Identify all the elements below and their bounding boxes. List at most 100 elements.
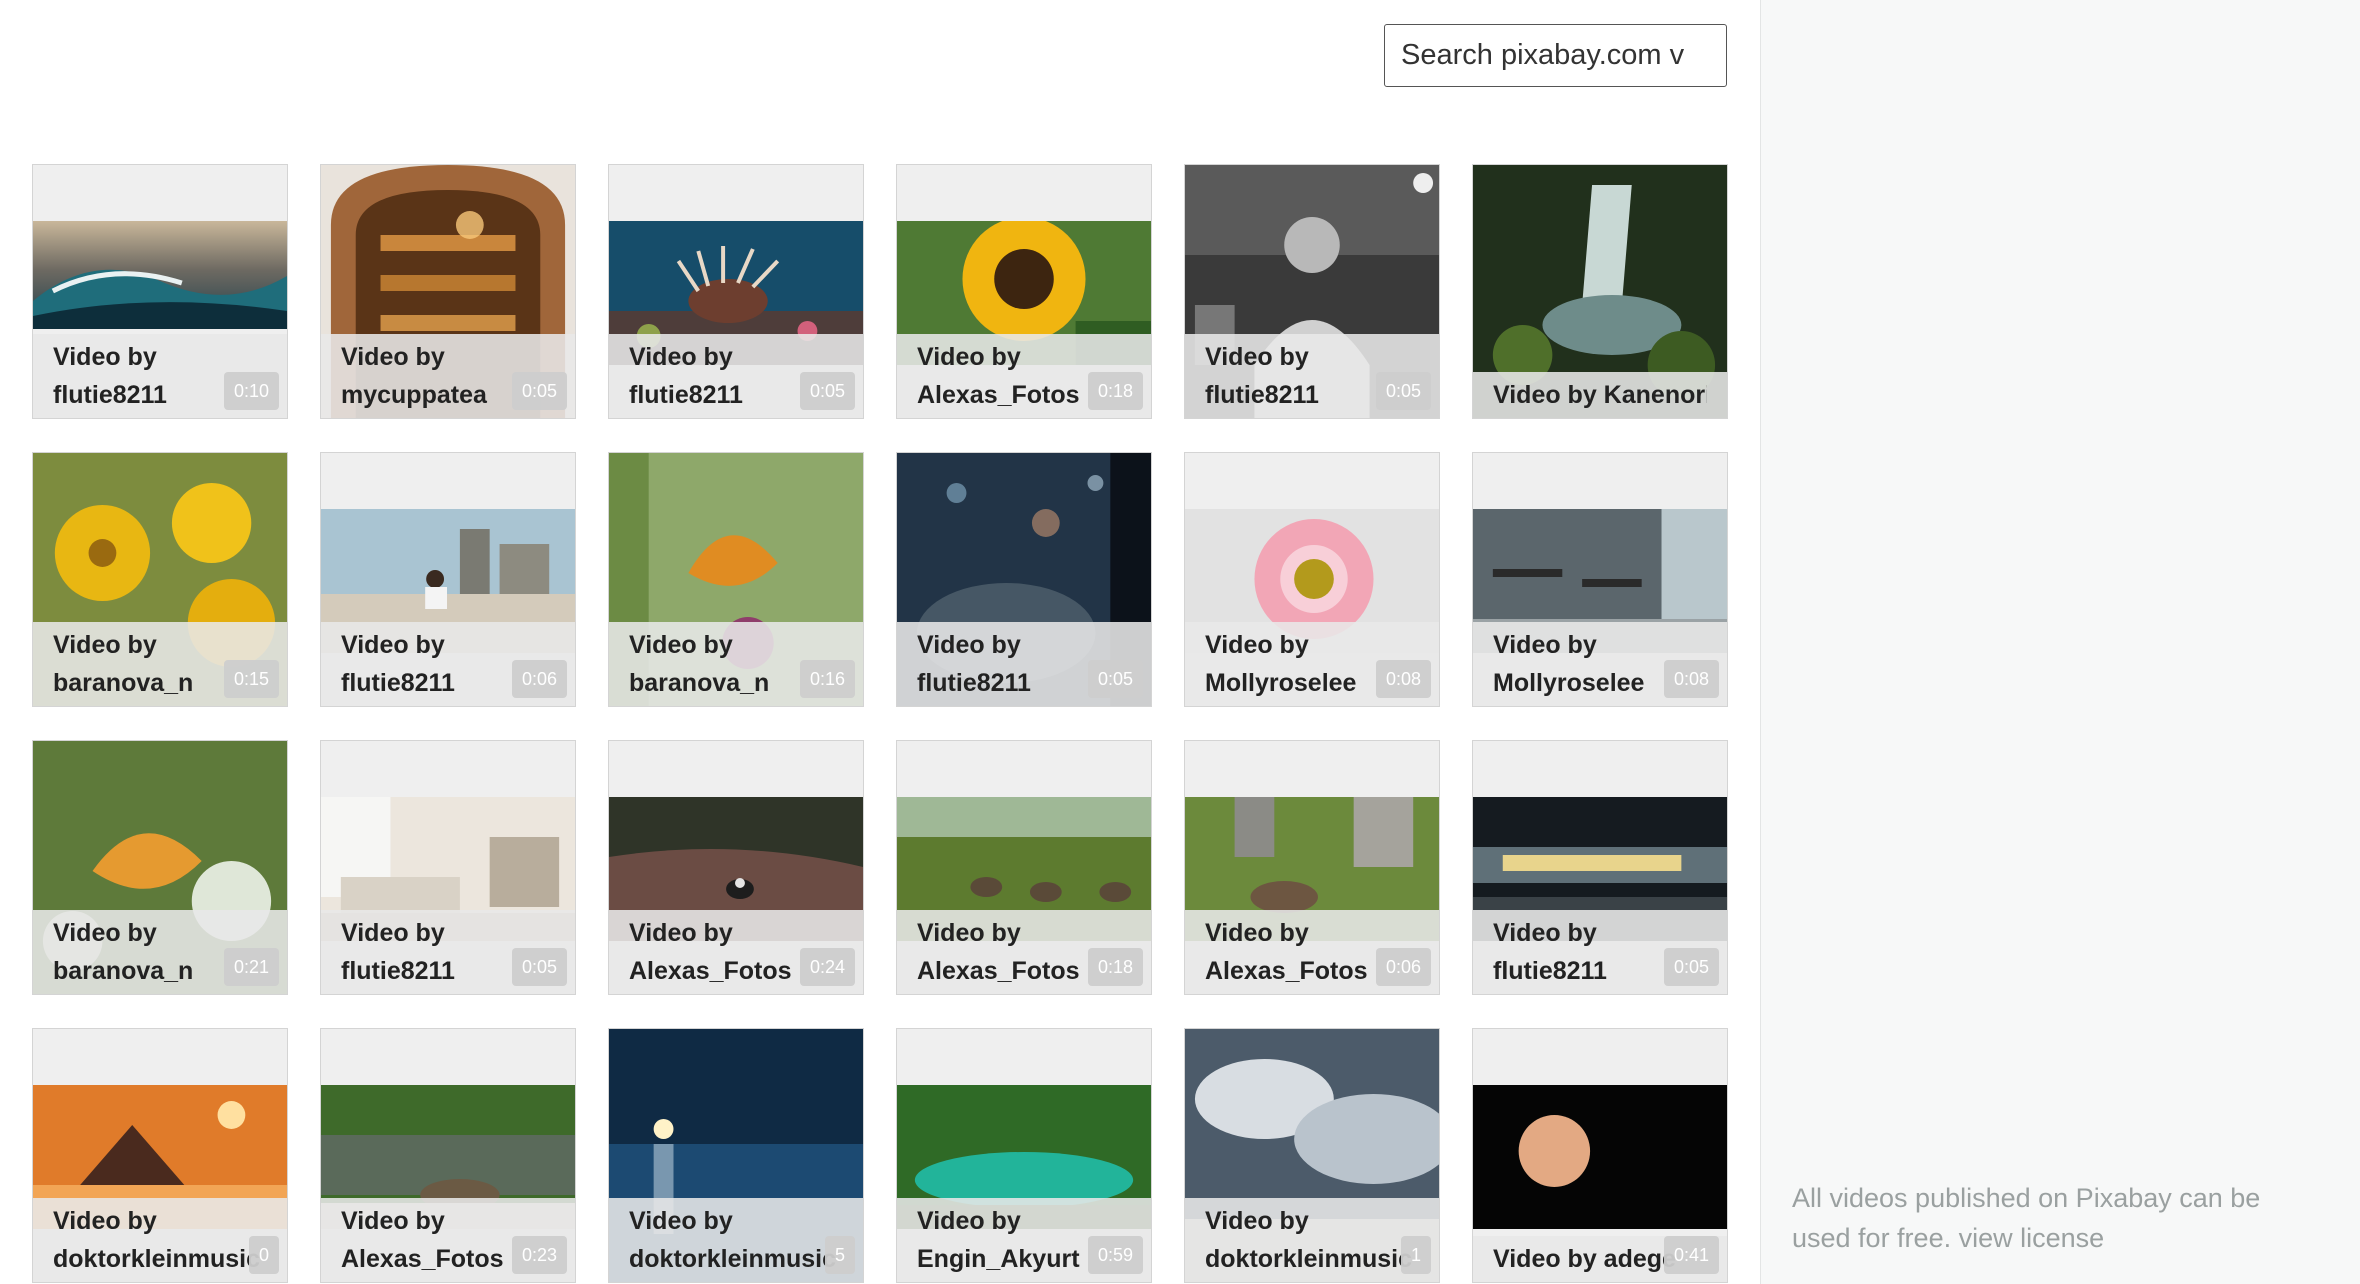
duration-badge: 0:05 xyxy=(1375,372,1431,410)
caption-label: Video by xyxy=(629,343,733,371)
video-tile[interactable]: Video by doktorkleinmusic 0 xyxy=(32,1028,288,1283)
view-license-link[interactable]: view license xyxy=(1959,1223,2105,1253)
duration-badge: 0:05 xyxy=(1663,948,1719,986)
caption-label: Video by xyxy=(1205,1207,1309,1235)
tile-caption: Video by flutie8211 0:10 xyxy=(33,334,287,418)
caption-label: Video by xyxy=(1205,919,1309,947)
duration-badge: 0:05 xyxy=(1087,660,1143,698)
duration-badge: 0:21 xyxy=(223,948,279,986)
caption-label: Video by xyxy=(629,919,733,947)
tile-caption: Video by adege 0:41 xyxy=(1473,1236,1727,1282)
duration-badge: 0:18 xyxy=(1087,372,1143,410)
video-tile[interactable]: Video by Kanenori xyxy=(1472,164,1728,419)
video-tile[interactable]: Video by Alexas_Fotos 0:24 xyxy=(608,740,864,995)
tile-caption: Video by flutie8211 0:05 xyxy=(321,910,575,994)
video-tile[interactable]: Video by adege 0:41 xyxy=(1472,1028,1728,1283)
caption-label: Video by xyxy=(917,631,1021,659)
video-tile[interactable]: Video by Alexas_Fotos 0:18 xyxy=(896,740,1152,995)
video-tile[interactable]: Video by flutie8211 0:06 xyxy=(320,452,576,707)
caption-label: Video by xyxy=(917,1207,1021,1235)
tile-caption: Video by baranova_n 0:16 xyxy=(609,622,863,706)
duration-badge: 0:05 xyxy=(511,372,567,410)
video-tile[interactable]: Video by flutie8211 0:05 xyxy=(608,164,864,419)
caption-label: Video by Kanenori xyxy=(1493,381,1707,409)
video-tile[interactable]: Video by Alexas_Fotos 0:23 xyxy=(320,1028,576,1283)
license-note: All videos published on Pixabay can be u… xyxy=(1792,1178,2312,1258)
duration-badge: 0:06 xyxy=(511,660,567,698)
video-tile[interactable]: Video by Mollyroselee 0:08 xyxy=(1472,452,1728,707)
duration-badge: 0:41 xyxy=(1663,1236,1719,1274)
search-input-text: Search pixabay.com v xyxy=(1401,39,1685,71)
duration-badge: 0:05 xyxy=(511,948,567,986)
tile-caption: Video by Alexas_Fotos 0:24 xyxy=(609,910,863,994)
right-sidebar xyxy=(1760,0,2360,1284)
video-tile[interactable]: Video by flutie8211 0:10 xyxy=(32,164,288,419)
video-tile[interactable]: Video by Engin_Akyurt 0:59 xyxy=(896,1028,1152,1283)
video-tile[interactable]: Video by doktorkleinmusic 5 xyxy=(608,1028,864,1283)
tile-caption: Video by Alexas_Fotos 0:18 xyxy=(897,334,1151,418)
caption-label: Video by xyxy=(341,1207,445,1235)
tile-caption: Video by baranova_n 0:21 xyxy=(33,910,287,994)
tile-caption: Video by Engin_Akyurt 0:59 xyxy=(897,1198,1151,1282)
video-tile[interactable]: Video by Mollyroselee 0:08 xyxy=(1184,452,1440,707)
caption-label: Video by xyxy=(1205,343,1309,371)
caption-label: Video by xyxy=(1493,631,1597,659)
caption-label: Video by xyxy=(917,919,1021,947)
tile-caption: Video by Alexas_Fotos 0:23 xyxy=(321,1198,575,1282)
duration-badge: 0:10 xyxy=(223,372,279,410)
caption-label: Video by xyxy=(629,1207,733,1235)
tile-caption: Video by flutie8211 0:06 xyxy=(321,622,575,706)
wave-thumbnail xyxy=(33,221,287,329)
author-name[interactable]: doktorkleinmusic xyxy=(53,1240,267,1278)
video-tile[interactable]: Video by baranova_n 0:15 xyxy=(32,452,288,707)
caption-label: Video by xyxy=(1493,919,1597,947)
duration-badge: 0:59 xyxy=(1087,1236,1143,1274)
duration-badge: 1 xyxy=(1400,1236,1431,1274)
video-tile[interactable]: Video by flutie8211 0:05 xyxy=(320,740,576,995)
video-tile[interactable]: Video by flutie8211 0:05 xyxy=(1472,740,1728,995)
tile-caption: Video by flutie8211 0:05 xyxy=(1185,334,1439,418)
eclipse-thumbnail xyxy=(1473,1085,1727,1229)
caption-label: Video by xyxy=(341,343,445,371)
video-tile[interactable]: Video by Alexas_Fotos 0:18 xyxy=(896,164,1152,419)
caption-label: Video by xyxy=(629,631,733,659)
video-tile[interactable]: Video by flutie8211 0:05 xyxy=(896,452,1152,707)
tile-caption: Video by doktorkleinmusic 1 xyxy=(1185,1198,1439,1282)
caption-label: Video by xyxy=(53,631,157,659)
duration-badge: 0:08 xyxy=(1375,660,1431,698)
video-tile[interactable]: Video by baranova_n 0:16 xyxy=(608,452,864,707)
caption-label: Video by xyxy=(1205,631,1309,659)
tile-caption: Video by flutie8211 0:05 xyxy=(1473,910,1727,994)
duration-badge: 0:16 xyxy=(799,660,855,698)
duration-badge: 0:24 xyxy=(799,948,855,986)
duration-badge: 0:08 xyxy=(1663,660,1719,698)
duration-badge: 0:05 xyxy=(799,372,855,410)
video-tile[interactable]: Video by baranova_n 0:21 xyxy=(32,740,288,995)
tile-caption: Video by mycuppatea 0:05 xyxy=(321,334,575,418)
caption-label: Video by xyxy=(341,631,445,659)
duration-badge: 0:18 xyxy=(1087,948,1143,986)
video-tile[interactable]: Video by Alexas_Fotos 0:06 xyxy=(1184,740,1440,995)
search-input[interactable]: Search pixabay.com v xyxy=(1384,24,1727,87)
tile-caption: Video by Alexas_Fotos 0:06 xyxy=(1185,910,1439,994)
tile-caption: Video by Kanenori xyxy=(1473,372,1727,418)
tile-caption: Video by flutie8211 0:05 xyxy=(609,334,863,418)
caption-label: Video by xyxy=(917,343,1021,371)
author-name[interactable]: doktorkleinmusic xyxy=(629,1240,843,1278)
duration-badge: 0:06 xyxy=(1375,948,1431,986)
duration-badge: 0 xyxy=(248,1236,279,1274)
main-content: Search pixabay.com v Video by flutie8211… xyxy=(0,0,1760,1284)
duration-badge: 5 xyxy=(824,1236,855,1274)
caption-label: Video by xyxy=(53,1207,157,1235)
caption-label: Video by xyxy=(53,343,157,371)
author-name[interactable]: doktorkleinmusic xyxy=(1205,1240,1419,1278)
tile-caption: Video by doktorkleinmusic 0 xyxy=(33,1198,287,1282)
caption-label: Video by xyxy=(341,919,445,947)
caption-label: Video by xyxy=(53,919,157,947)
video-tile[interactable]: Video by mycuppatea 0:05 xyxy=(320,164,576,419)
video-tile[interactable]: Video by flutie8211 0:05 xyxy=(1184,164,1440,419)
video-tile[interactable]: Video by doktorkleinmusic 1 xyxy=(1184,1028,1440,1283)
duration-badge: 0:15 xyxy=(223,660,279,698)
tile-caption: Video by flutie8211 0:05 xyxy=(897,622,1151,706)
tile-caption: Video by Mollyroselee 0:08 xyxy=(1473,622,1727,706)
